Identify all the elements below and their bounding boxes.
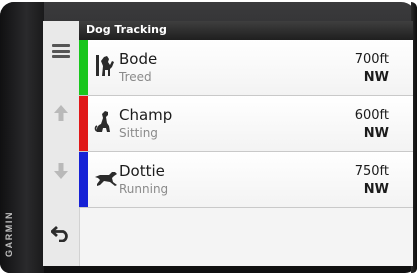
dog-row-dottie[interactable]: Dottie Running 750ft NW bbox=[79, 152, 413, 208]
dog-row-bode[interactable]: Bode Treed 700ft NW bbox=[79, 40, 413, 96]
arrow-up-icon bbox=[54, 105, 68, 121]
device-bezel: GARMIN bbox=[0, 2, 44, 273]
dog-running-icon bbox=[95, 172, 117, 186]
page-title: Dog Tracking bbox=[86, 23, 167, 36]
back-button[interactable] bbox=[43, 207, 79, 259]
scroll-up-button[interactable] bbox=[43, 87, 79, 139]
menu-button[interactable] bbox=[43, 25, 79, 77]
dog-status: Sitting bbox=[119, 126, 158, 140]
dog-color-strip bbox=[79, 152, 88, 207]
back-icon bbox=[51, 225, 68, 242]
sidebar bbox=[43, 21, 80, 266]
dog-name: Champ bbox=[119, 106, 173, 124]
dog-treed-icon bbox=[96, 55, 114, 76]
header-bar: Dog Tracking bbox=[79, 21, 413, 40]
dog-distance: 700ft bbox=[354, 52, 389, 67]
dog-row-champ[interactable]: Champ Sitting 600ft NW bbox=[79, 96, 413, 152]
screen: Dog Tracking Bode Treed 700ft NW Champ S… bbox=[43, 21, 413, 266]
menu-icon bbox=[52, 44, 70, 58]
dog-status: Running bbox=[119, 182, 169, 196]
scroll-down-button[interactable] bbox=[43, 145, 79, 197]
dog-direction: NW bbox=[363, 182, 389, 197]
dog-name: Bode bbox=[119, 50, 158, 68]
dog-distance: 600ft bbox=[354, 108, 389, 123]
dog-direction: NW bbox=[363, 126, 389, 141]
dog-name: Dottie bbox=[119, 162, 165, 180]
dog-direction: NW bbox=[363, 70, 389, 85]
dog-color-strip bbox=[79, 96, 88, 151]
dog-distance: 750ft bbox=[354, 164, 389, 179]
dog-sitting-icon bbox=[94, 111, 110, 132]
arrow-down-icon bbox=[54, 163, 68, 179]
brand-logo: GARMIN bbox=[4, 210, 14, 258]
dog-color-strip bbox=[79, 40, 88, 95]
dog-status: Treed bbox=[119, 70, 152, 84]
